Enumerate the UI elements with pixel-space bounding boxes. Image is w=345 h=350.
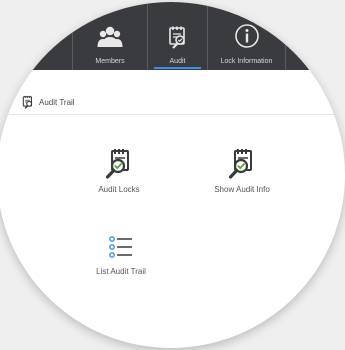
tab-right-partial[interactable] — [286, 2, 345, 70]
audit-locks-label: Audit Locks — [98, 185, 140, 194]
list-audit-trail-label: List Audit Trail — [96, 267, 146, 276]
audit-trail-icon — [21, 95, 35, 109]
toolbar: Members Audit Lock Information — [0, 2, 345, 70]
tab-members-label: Members — [95, 58, 125, 65]
list-icon — [107, 233, 135, 261]
section-title: Audit Trail — [39, 97, 75, 107]
tab-audit[interactable]: Audit — [148, 2, 208, 70]
info-icon — [234, 23, 260, 54]
show-audit-info-label: Show Audit Info — [214, 185, 270, 194]
magnified-view: Members Audit Lock Information Audit Tra… — [0, 2, 345, 348]
audit-locks-icon — [104, 147, 134, 179]
audit-locks-button[interactable]: Audit Locks — [69, 147, 169, 194]
audit-icon — [166, 25, 190, 54]
section-header: Audit Trail — [0, 90, 345, 115]
active-tab-indicator — [154, 67, 201, 69]
list-audit-trail-button[interactable]: List Audit Trail — [71, 233, 171, 276]
show-audit-info-icon — [227, 147, 257, 179]
tab-lock-information-label: Lock Information — [220, 58, 273, 65]
tab-left-partial[interactable] — [0, 2, 73, 70]
members-icon — [97, 23, 123, 54]
tab-audit-label: Audit — [169, 58, 186, 65]
screen: Members Audit Lock Information Audit Tra… — [0, 0, 345, 350]
tab-lock-information[interactable]: Lock Information — [208, 2, 286, 70]
show-audit-info-button[interactable]: Show Audit Info — [192, 147, 292, 194]
tab-members[interactable]: Members — [73, 2, 148, 70]
